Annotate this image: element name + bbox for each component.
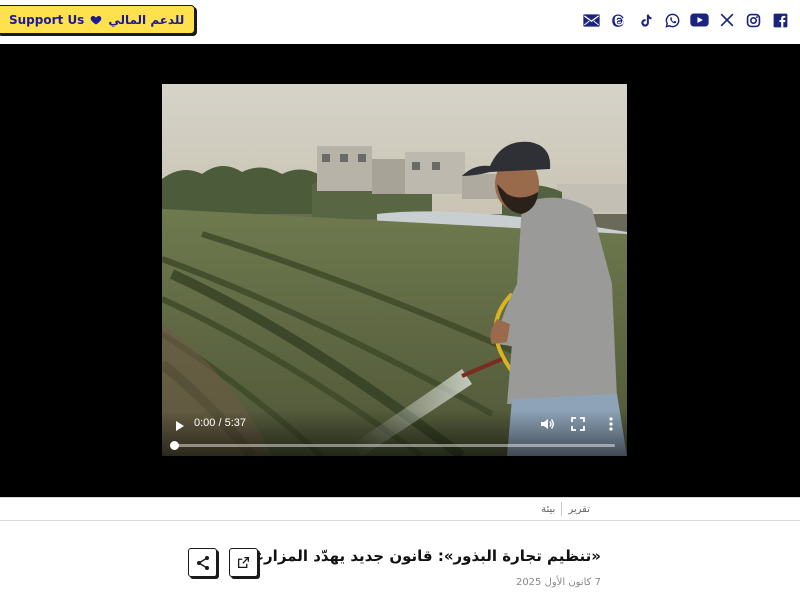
support-us-button[interactable]: Support Us للدعم المالي [0,5,196,34]
breadcrumb-item-environment[interactable]: بيئة [535,504,561,515]
article-date: 7 كانون الأول 2025 [515,577,601,588]
share-icon [196,555,209,570]
email-icon[interactable] [578,10,605,30]
whatsapp-icon[interactable] [659,10,686,30]
instagram-icon[interactable] [740,10,767,30]
external-link-icon [237,556,250,569]
share-button[interactable] [188,548,217,577]
progress-thumb[interactable] [170,441,179,450]
video-controls: 0:00 / 5:37 [162,410,627,456]
article-title: «تنظيم تجارة البذور»: قانون جديد يهدّد ا… [234,547,601,565]
x-icon[interactable] [713,10,740,30]
volume-icon[interactable] [539,416,555,432]
breadcrumb: تقرير بيئة [0,497,800,521]
support-label-en: Support Us [9,12,85,27]
social-links [578,10,794,30]
threads-icon[interactable] [605,10,632,30]
video-player[interactable]: 0:00 / 5:37 [162,84,627,456]
youtube-icon[interactable] [686,10,713,30]
progress-bar[interactable] [170,441,615,450]
support-label-ar: للدعم المالي [108,12,185,27]
play-icon[interactable] [172,418,186,432]
video-frame-image [162,84,627,456]
article-header: «تنظيم تجارة البذور»: قانون جديد يهدّد ا… [0,521,800,600]
video-stage: 0:00 / 5:37 [0,44,800,497]
heart-icon [90,14,102,26]
more-options-icon[interactable] [607,416,615,432]
time-display: 0:00 / 5:37 [194,417,246,429]
fullscreen-icon[interactable] [570,416,586,432]
open-external-button[interactable] [229,548,258,577]
top-bar: Support Us للدعم المالي [0,0,800,44]
facebook-icon[interactable] [767,10,794,30]
tiktok-icon[interactable] [632,10,659,30]
breadcrumb-item-report[interactable]: تقرير [562,504,596,515]
